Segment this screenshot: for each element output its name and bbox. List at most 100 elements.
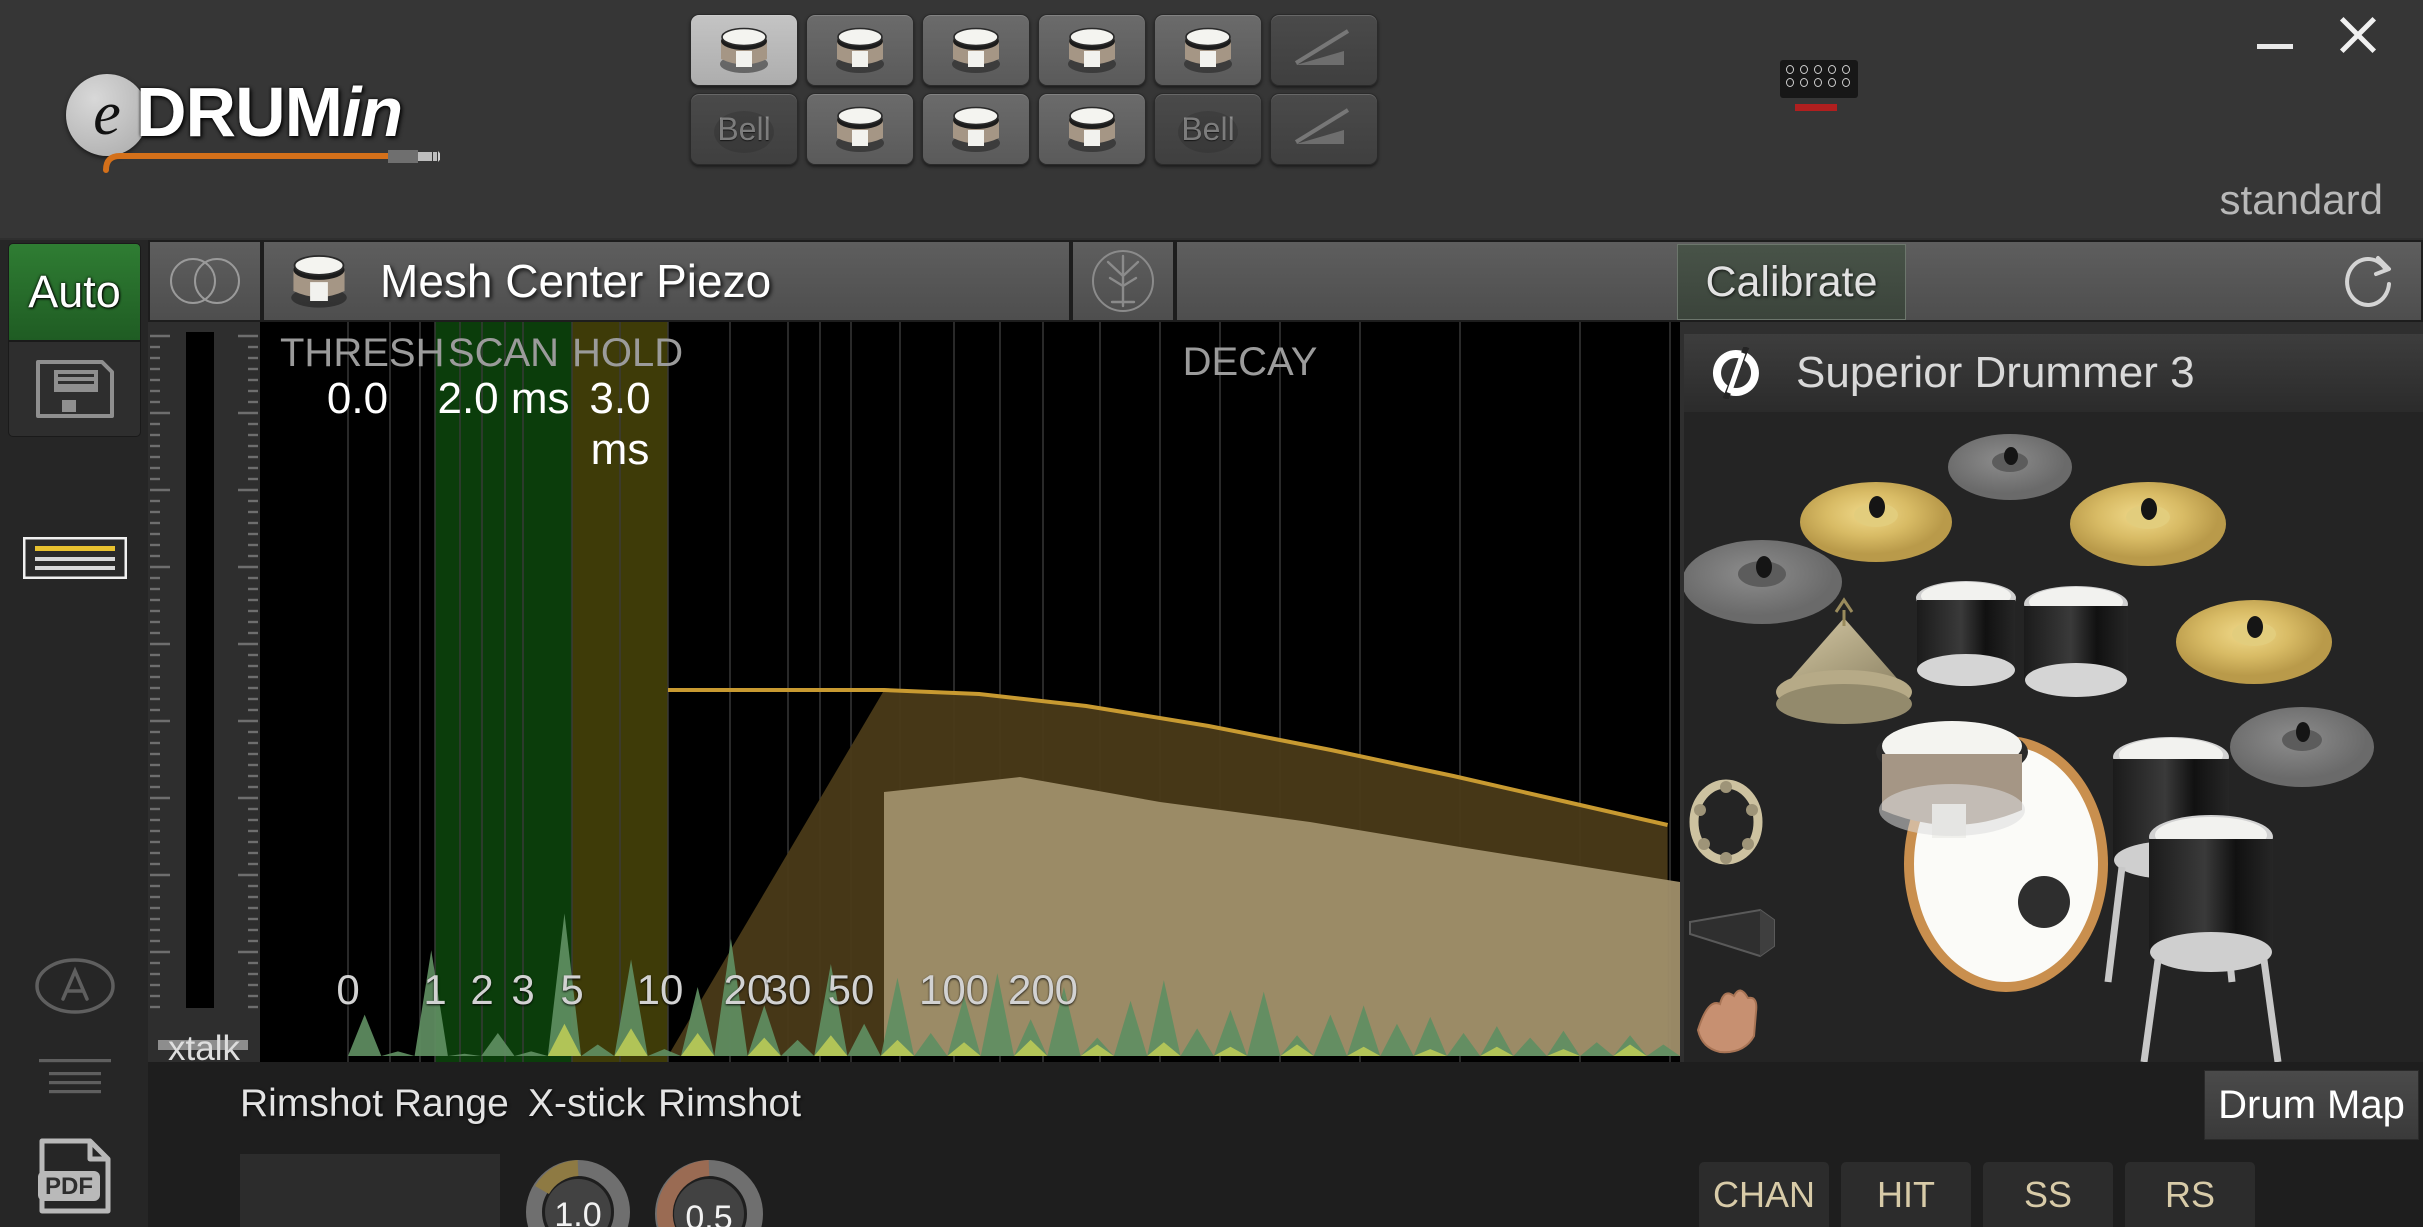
rimshot-knob[interactable]: 0.5 xyxy=(646,1150,772,1227)
xstick-knob[interactable]: 1.0 xyxy=(518,1150,638,1227)
bell-shadow xyxy=(1178,110,1238,153)
pad-button-5[interactable] xyxy=(1154,14,1262,86)
xstick-label: X-stick xyxy=(528,1082,645,1125)
meter-track[interactable] xyxy=(186,332,214,1008)
sidebar-item-pdf[interactable]: PDF xyxy=(8,1130,141,1222)
tab-hit-label: HIT xyxy=(1877,1173,1935,1215)
pad-button-12[interactable] xyxy=(1270,93,1378,165)
snare xyxy=(1876,721,2028,838)
bottom-panel: Rimshot Range X-stick 1.0 Rimshot 0.5 Dr… xyxy=(148,1062,2423,1227)
auto-button-label: Auto xyxy=(28,266,121,317)
auto-button[interactable]: Auto xyxy=(8,243,141,341)
refresh-icon xyxy=(2345,256,2391,307)
edrumin-window: e DRUMin Bell Bell standard Auto PDF Mes… xyxy=(0,0,2423,1227)
floor-tom-2 xyxy=(2140,815,2282,1063)
xstick-knob-value: 1.0 xyxy=(554,1196,601,1227)
pad-button-8[interactable] xyxy=(806,93,914,165)
tuning-fork-button[interactable] xyxy=(1073,242,1173,320)
bell-shadow xyxy=(714,110,774,153)
top-bar: e DRUMin Bell Bell standard xyxy=(0,0,2423,238)
link-channels-button[interactable] xyxy=(150,242,260,320)
kit-title: Superior Drummer 3 xyxy=(1796,348,2195,397)
drum-icon xyxy=(836,27,884,73)
led-indicator-panel xyxy=(1780,60,1858,98)
led-2 xyxy=(1800,65,1808,74)
led-7 xyxy=(1800,78,1808,87)
svg-text:PDF: PDF xyxy=(45,1173,93,1200)
channel-title-bar[interactable]: Mesh Center Piezo xyxy=(264,242,1069,320)
calibrate-button[interactable]: Calibrate xyxy=(1677,244,1906,320)
pad-button-1[interactable] xyxy=(690,14,798,86)
led-9 xyxy=(1828,78,1836,87)
drum-icon xyxy=(1184,27,1232,73)
pad-button-4[interactable] xyxy=(1038,14,1146,86)
drum-icon xyxy=(836,106,884,152)
rack-tom-2 xyxy=(2024,586,2128,697)
drum-icon xyxy=(952,27,1000,73)
logo-e-letter: e xyxy=(93,79,121,148)
tab-rs[interactable]: RS xyxy=(2125,1162,2255,1227)
rimshot-knob-value: 0.5 xyxy=(685,1199,732,1227)
slope-icon xyxy=(1294,108,1350,144)
sidebar: Auto PDF xyxy=(0,240,148,1227)
logo-in-text: in xyxy=(341,73,403,151)
sidebar-item-list[interactable] xyxy=(8,512,141,604)
drum-icon xyxy=(291,255,347,308)
bottom-left-controls: Rimshot Range X-stick 1.0 Rimshot 0.5 xyxy=(188,1062,1478,1227)
pad-button-7[interactable]: Bell xyxy=(690,93,798,165)
splash-gray-top xyxy=(1948,434,2072,500)
led-row-2 xyxy=(1786,78,1852,87)
minimize-button[interactable] xyxy=(2257,44,2293,49)
pdf-icon: PDF xyxy=(37,1138,110,1214)
tab-rs-label: RS xyxy=(2164,1173,2215,1215)
trigger-graph[interactable]: GAIN 1.0 THRESH 0.0 SCAN 2.0 ms HOLD 3.0… xyxy=(260,322,1680,1062)
tab-ss[interactable]: SS xyxy=(1983,1162,2113,1227)
kit-panel: Superior Drummer 3 xyxy=(1682,334,2423,1063)
tab-hit[interactable]: HIT xyxy=(1841,1162,1971,1227)
kit-illustration[interactable] xyxy=(1682,412,2423,1063)
preset-name: standard xyxy=(2219,176,2383,223)
tab-chan-label: CHAN xyxy=(1712,1173,1815,1215)
sidebar-item-assign[interactable] xyxy=(8,940,141,1032)
kit-header[interactable]: Superior Drummer 3 xyxy=(1684,334,2423,412)
drum-map-label: Drum Map xyxy=(2218,1082,2405,1127)
pad-button-11[interactable]: Bell xyxy=(1154,93,1262,165)
pad-button-2[interactable] xyxy=(806,14,914,86)
ride-gray-far-left xyxy=(1682,540,1842,624)
drum-icon xyxy=(720,27,768,73)
save-button[interactable] xyxy=(8,341,141,437)
pad-button-9[interactable] xyxy=(922,93,1030,165)
channel-bar: Mesh Center Piezo xyxy=(148,240,2423,322)
tuning-fork-icon xyxy=(1092,250,1154,312)
drum-icon xyxy=(1068,27,1116,73)
slope-icon xyxy=(1294,29,1350,65)
refresh-button[interactable] xyxy=(2319,242,2421,320)
level-meter-column: xtalk xyxy=(148,322,260,1146)
rimshot-range-slider[interactable] xyxy=(240,1154,500,1227)
tab-ss-label: SS xyxy=(2023,1173,2073,1215)
calibrate-label: Calibrate xyxy=(1705,257,1878,306)
drum-map-button[interactable]: Drum Map xyxy=(2204,1070,2419,1140)
pad-row-1 xyxy=(690,14,1378,86)
circle-a-icon xyxy=(34,958,115,1014)
xstick-knob-dial: 1.0 xyxy=(526,1160,630,1227)
pad-button-10[interactable] xyxy=(1038,93,1146,165)
led-5 xyxy=(1842,65,1850,74)
china-gray-right xyxy=(2230,707,2374,787)
hand-clap-icon xyxy=(1696,989,1758,1054)
pad-button-6[interactable] xyxy=(1270,14,1378,86)
led-4 xyxy=(1828,65,1836,74)
toontrack-logo-icon xyxy=(1712,347,1759,399)
sidebar-item-levels[interactable] xyxy=(8,1030,141,1122)
rack-tom-1 xyxy=(1916,581,2016,686)
pad-row-2: Bell Bell xyxy=(690,93,1378,165)
led-1 xyxy=(1786,65,1794,74)
tab-chan[interactable]: CHAN xyxy=(1699,1162,1829,1227)
drum-icon xyxy=(1068,106,1116,152)
rimshot-knob-dial: 0.5 xyxy=(655,1160,763,1227)
led-3 xyxy=(1814,65,1822,74)
close-icon[interactable] xyxy=(2335,12,2381,58)
logo-wordmark: DRUMin xyxy=(136,72,403,152)
drum-kit-graphic xyxy=(1682,434,2374,1063)
pad-button-3[interactable] xyxy=(922,14,1030,86)
